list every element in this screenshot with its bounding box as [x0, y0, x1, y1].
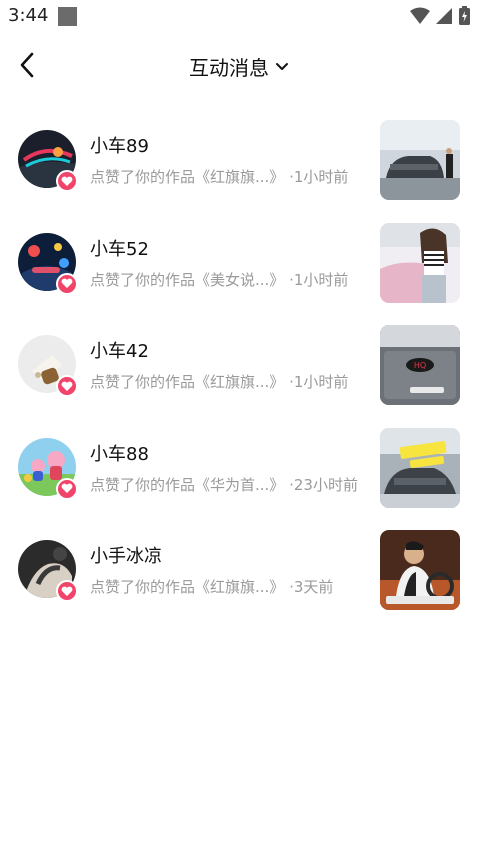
- message-item[interactable]: 小车52 点赞了你的作品《美女说...》 ·1小时前: [0, 221, 478, 324]
- message-time: ·1小时前: [289, 373, 349, 391]
- message-time: ·23小时前: [289, 475, 358, 494]
- message-time: ·3天前: [289, 578, 334, 596]
- page-title: 互动消息: [189, 56, 269, 80]
- post-thumbnail[interactable]: [380, 427, 460, 508]
- message-text: 点赞了你的作品《红旗旗...》 ·1小时前: [90, 166, 348, 187]
- post-thumbnail[interactable]: [380, 222, 460, 303]
- wifi-icon: [410, 7, 430, 24]
- user-name[interactable]: 小手冰凉: [90, 542, 162, 568]
- post-thumbnail[interactable]: [380, 530, 460, 610]
- message-item[interactable]: 小车42 点赞了你的作品《红旗旗...》 ·1小时前 HQ: [0, 323, 478, 426]
- svg-text:HQ: HQ: [414, 361, 426, 370]
- action-text: 点赞了你的作品《美女说...》: [90, 270, 285, 289]
- header: 互动消息: [0, 40, 478, 92]
- message-item[interactable]: 小手冰凉 点赞了你的作品《红旗旗...》 ·3天前: [0, 528, 478, 631]
- message-text: 点赞了你的作品《华为首...》 ·23小时前: [90, 474, 358, 495]
- status-time: 3:44: [8, 5, 49, 26]
- message-time: ·1小时前: [289, 168, 349, 186]
- avatar-wrap[interactable]: [18, 437, 78, 500]
- action-text: 点赞了你的作品《红旗旗...》: [90, 373, 285, 391]
- avatar-wrap[interactable]: [18, 130, 78, 192]
- user-name[interactable]: 小车88: [90, 440, 149, 466]
- message-text: 点赞了你的作品《美女说...》 ·1小时前: [90, 269, 348, 290]
- user-name[interactable]: 小车52: [90, 235, 149, 261]
- avatar-wrap[interactable]: [18, 335, 78, 397]
- post-thumbnail[interactable]: HQ: [380, 325, 460, 405]
- message-text: 点赞了你的作品《红旗旗...》 ·3天前: [90, 576, 333, 597]
- avatar-wrap[interactable]: [18, 232, 78, 295]
- action-text: 点赞了你的作品《华为首...》: [90, 475, 285, 494]
- heart-icon: [56, 477, 78, 500]
- message-item[interactable]: 小车89 点赞了你的作品《红旗旗...》 ·1小时前: [0, 118, 478, 221]
- signal-icon: [436, 7, 452, 24]
- user-name[interactable]: 小车89: [90, 132, 149, 158]
- action-text: 点赞了你的作品《红旗旗...》: [90, 578, 285, 596]
- title-dropdown[interactable]: 互动消息: [0, 52, 478, 81]
- notification-icon: [58, 7, 77, 26]
- heart-icon: [56, 580, 78, 602]
- status-bar: 3:44: [0, 0, 478, 32]
- message-time: ·1小时前: [289, 270, 349, 289]
- chevron-down-icon: [276, 62, 288, 70]
- message-item[interactable]: 小车88 点赞了你的作品《华为首...》 ·23小时前: [0, 426, 478, 529]
- action-text: 点赞了你的作品《红旗旗...》: [90, 168, 285, 186]
- user-name[interactable]: 小车42: [90, 337, 149, 363]
- status-icons: [410, 6, 470, 25]
- post-thumbnail[interactable]: [380, 120, 460, 200]
- message-list: 小车89 点赞了你的作品《红旗旗...》 ·1小时前 小车52 点赞了你的作品《…: [0, 118, 478, 631]
- heart-icon: [56, 375, 78, 397]
- heart-icon: [56, 170, 78, 192]
- avatar-wrap[interactable]: [18, 540, 78, 602]
- message-text: 点赞了你的作品《红旗旗...》 ·1小时前: [90, 371, 348, 392]
- heart-icon: [56, 272, 78, 295]
- battery-icon: [459, 6, 470, 25]
